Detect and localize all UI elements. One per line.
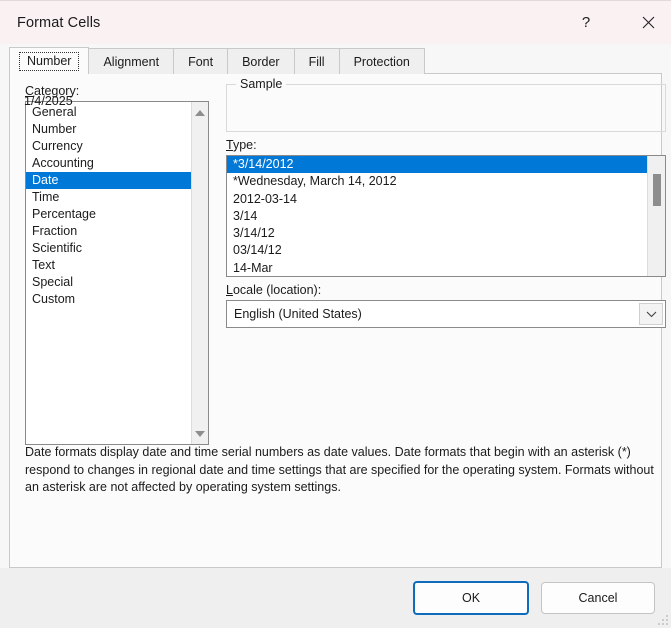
sample-groupbox: Sample (226, 77, 666, 132)
tab-font[interactable]: Font (173, 48, 229, 74)
scroll-up-button[interactable] (192, 104, 208, 121)
list-item[interactable]: Currency (26, 138, 191, 155)
sample-value: 1/4/2025 (24, 94, 73, 108)
title-bar: Format Cells ? (0, 0, 671, 44)
type-scrollbar[interactable] (647, 156, 665, 276)
triangle-down-icon (195, 430, 205, 437)
list-item[interactable]: Text (26, 257, 191, 274)
question-mark-icon: ? (581, 14, 591, 31)
list-item[interactable]: Special (26, 274, 191, 291)
list-item[interactable]: Custom (26, 291, 191, 308)
close-button[interactable] (625, 1, 671, 45)
list-item[interactable]: Time (26, 189, 191, 206)
list-item[interactable]: Accounting (26, 155, 191, 172)
category-items: General Number Currency Accounting Date … (26, 102, 191, 444)
tab-border-label: Border (242, 54, 280, 69)
list-item[interactable]: 3/14 (227, 208, 647, 225)
type-label: Type: (226, 138, 257, 152)
locale-dropdown-button[interactable] (639, 303, 663, 325)
cancel-button[interactable]: Cancel (541, 582, 655, 614)
number-tab-panel: Category: General Number Currency Accoun… (9, 74, 666, 568)
resize-grip-icon[interactable] (657, 614, 669, 626)
tab-protection-label: Protection (353, 54, 410, 69)
format-cells-dialog: Format Cells ? Number Alignment Font Bor… (0, 0, 671, 628)
tab-border[interactable]: Border (227, 48, 295, 74)
tab-font-label: Font (188, 54, 214, 69)
dialog-footer: OK Cancel (0, 568, 671, 628)
tab-strip: Number Alignment Font Border Fill Protec… (0, 44, 671, 74)
category-scrollbar[interactable] (191, 102, 208, 444)
list-item[interactable]: 2012-03-14 (227, 191, 647, 208)
list-item[interactable]: Percentage (26, 206, 191, 223)
category-listbox[interactable]: General Number Currency Accounting Date … (25, 101, 209, 445)
list-item[interactable]: Fraction (26, 223, 191, 240)
list-item[interactable]: Scientific (26, 240, 191, 257)
locale-combobox[interactable]: English (United States) (226, 300, 666, 328)
list-item[interactable]: *Wednesday, March 14, 2012 (227, 173, 647, 190)
help-button[interactable]: ? (563, 1, 609, 45)
list-item[interactable]: Number (26, 121, 191, 138)
scrollbar-thumb[interactable] (653, 174, 661, 206)
chevron-down-icon (646, 311, 656, 317)
list-item[interactable]: 14-Mar (227, 260, 647, 276)
triangle-up-icon (195, 109, 205, 116)
type-listbox[interactable]: *3/14/2012 *Wednesday, March 14, 2012 20… (226, 155, 666, 277)
tab-alignment-label: Alignment (103, 54, 160, 69)
close-icon (642, 16, 654, 29)
locale-label: Locale (location): (226, 283, 322, 297)
scroll-down-button[interactable] (192, 425, 208, 442)
list-item[interactable]: 03/14/12 (227, 242, 647, 259)
tab-number[interactable]: Number (9, 47, 90, 74)
tab-fill[interactable]: Fill (293, 48, 340, 74)
dialog-title: Format Cells (17, 14, 101, 31)
ok-button[interactable]: OK (413, 581, 529, 615)
tab-alignment[interactable]: Alignment (88, 48, 175, 74)
tab-number-label: Number (19, 51, 80, 71)
format-description: Date formats display date and time seria… (25, 445, 654, 494)
type-items: *3/14/2012 *Wednesday, March 14, 2012 20… (227, 156, 647, 276)
list-item-selected[interactable]: Date (26, 172, 191, 189)
sample-group-title: Sample (236, 77, 287, 91)
list-item-selected[interactable]: *3/14/2012 (227, 156, 647, 174)
tab-fill-label: Fill (308, 54, 325, 69)
list-item[interactable]: 3/14/12 (227, 225, 647, 242)
tab-protection[interactable]: Protection (338, 48, 425, 74)
locale-value: English (United States) (234, 307, 362, 321)
